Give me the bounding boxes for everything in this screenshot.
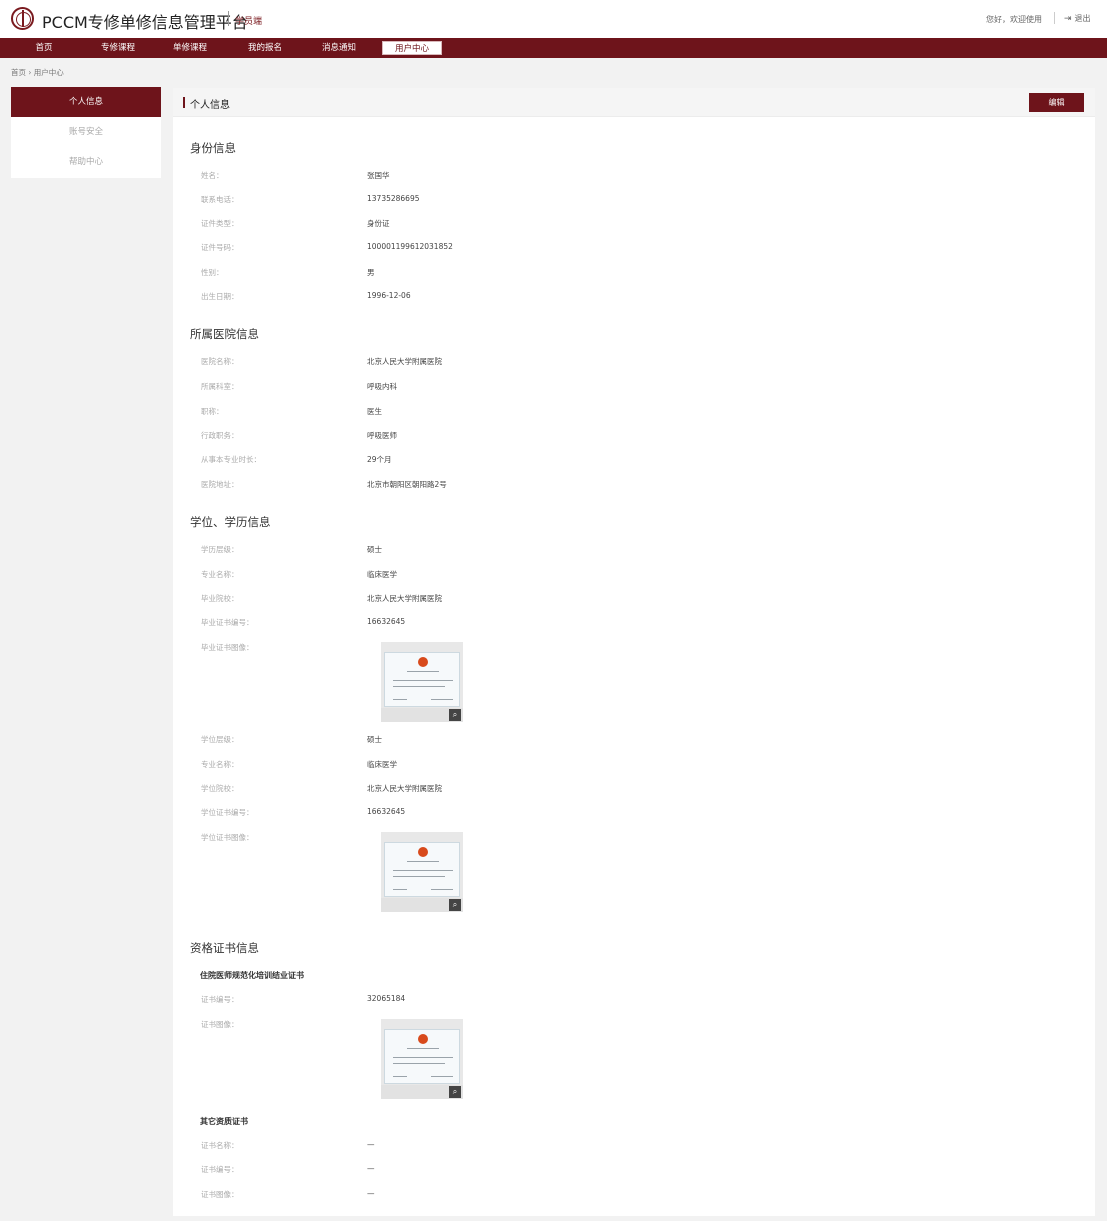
image-toolbar: ⌕ (381, 898, 463, 912)
field-label: 证件类型： (201, 219, 239, 228)
field-label: 医院名称： (201, 357, 239, 366)
field-label: 从事本专业时长： (201, 455, 261, 464)
field-value: 硕士 (367, 735, 382, 744)
field-value: 呼吸内科 (367, 382, 397, 391)
field-label: 证书图像： (201, 1190, 239, 1199)
field-label: 毕业院校： (201, 594, 239, 603)
field-value: 身份证 (367, 219, 390, 228)
panel-header: 个人信息 编辑 (173, 88, 1095, 117)
field-label: 学历层级： (201, 545, 239, 554)
field-value: 硕士 (367, 545, 382, 554)
brand-title[interactable]: PCCM专修单修信息管理平台 (42, 9, 248, 33)
section-title-education: 学位、学历信息 (190, 515, 271, 529)
field-label: 姓名： (201, 171, 224, 180)
field-value: 13735286695 (367, 194, 420, 203)
sidebar-item-account-security[interactable]: 账号安全 (11, 117, 161, 147)
field-value: 北京人民大学附属医院 (367, 594, 442, 603)
page-title: 个人信息 (190, 100, 230, 111)
field-label: 证书编号： (201, 1165, 239, 1174)
field-label: 职称： (201, 407, 224, 416)
field-label: 联系电话： (201, 195, 239, 204)
magnifier-icon[interactable]: ⌕ (449, 899, 461, 911)
certificate-paper (384, 1029, 460, 1084)
field-label: 性别： (201, 268, 224, 277)
red-seal-icon (418, 657, 428, 667)
top-header: PCCM专修单修信息管理平台 学员端 您好，欢迎使用 ⇥ 退出 (0, 0, 1107, 38)
magnifier-icon[interactable]: ⌕ (449, 1086, 461, 1098)
field-label: 学位证书图像： (201, 833, 254, 842)
field-label: 毕业证书编号： (201, 618, 254, 627)
field-value: 张国华 (367, 171, 390, 180)
section-title-qualification: 资格证书信息 (190, 941, 259, 955)
section-title-hospital: 所属医院信息 (190, 327, 259, 341)
brand-divider (228, 11, 229, 26)
red-seal-icon (418, 1034, 428, 1044)
sidebar-item-personal-info[interactable]: 个人信息 (11, 87, 161, 117)
hospital-logo-icon[interactable] (11, 7, 34, 30)
image-toolbar: ⌕ (381, 1085, 463, 1099)
edit-button[interactable]: 编辑 (1029, 93, 1084, 112)
field-label: 毕业证书图像： (201, 643, 254, 652)
nav-item-single-courses[interactable]: 单修课程 (168, 41, 212, 55)
field-value: 临床医学 (367, 760, 397, 769)
field-label: 行政职务： (201, 431, 239, 440)
field-value: 北京人民大学附属医院 (367, 357, 442, 366)
subsection-title-residency-cert: 住院医师规范化培训结业证书 (200, 971, 304, 980)
diploma-image[interactable]: ⌕ (381, 642, 463, 722)
field-label: 证书图像： (201, 1020, 239, 1029)
field-value: 1996-12-06 (367, 291, 411, 300)
field-label: 学位层级： (201, 735, 239, 744)
field-label: 学位院校： (201, 784, 239, 793)
degree-certificate-image[interactable]: ⌕ (381, 832, 463, 912)
sidebar-item-help-center[interactable]: 帮助中心 (11, 147, 161, 177)
field-value: 男 (367, 268, 375, 277)
field-value: — (367, 1189, 375, 1198)
nav-item-messages[interactable]: 消息通知 (317, 41, 361, 55)
field-value: 16632645 (367, 617, 406, 626)
field-label: 证书名称： (201, 1141, 239, 1150)
nav-item-home[interactable]: 首页 (28, 41, 60, 55)
sidebar: 个人信息 账号安全 帮助中心 (11, 87, 161, 178)
qualification-certificate-image[interactable]: ⌕ (381, 1019, 463, 1099)
brand-subtitle: 学员端 (235, 17, 263, 27)
field-value: 16632645 (367, 807, 406, 816)
field-label: 出生日期： (201, 292, 239, 301)
certificate-paper (384, 842, 460, 897)
field-value: 医生 (367, 407, 382, 416)
logout-button[interactable]: ⇥ 退出 (1064, 13, 1091, 24)
field-label: 医院地址： (201, 480, 239, 489)
nav-item-specialty-courses[interactable]: 专修课程 (96, 41, 140, 55)
user-greeting: 您好，欢迎使用 (986, 15, 1042, 24)
logout-label: 退出 (1074, 14, 1091, 23)
field-value: — (367, 1164, 375, 1173)
certificate-paper (384, 652, 460, 707)
field-label: 专业名称： (201, 570, 239, 579)
logout-icon: ⇥ (1064, 14, 1072, 24)
field-label: 学位证书编号： (201, 808, 254, 817)
main-nav: 首页 专修课程 单修课程 我的报名 消息通知 用户中心 (0, 38, 1107, 58)
field-value: 呼吸医师 (367, 431, 397, 440)
field-value: 100001199612031852 (367, 242, 453, 251)
subsection-title-other-cert: 其它资质证书 (200, 1117, 248, 1126)
header-separator (1054, 12, 1055, 24)
field-value: 32065184 (367, 994, 406, 1003)
field-value: — (367, 1140, 375, 1149)
section-title-identity: 身份信息 (190, 141, 236, 155)
field-value: 临床医学 (367, 570, 397, 579)
image-toolbar: ⌕ (381, 708, 463, 722)
red-seal-icon (418, 847, 428, 857)
breadcrumb[interactable]: 首页 › 用户中心 (11, 67, 64, 78)
field-value: 北京人民大学附属医院 (367, 784, 442, 793)
field-label: 专业名称： (201, 760, 239, 769)
main-panel: 个人信息 编辑 身份信息 姓名： 张国华 联系电话： 13735286695 证… (173, 88, 1095, 1216)
nav-item-user-center[interactable]: 用户中心 (382, 41, 442, 55)
nav-item-my-registration[interactable]: 我的报名 (243, 41, 287, 55)
magnifier-icon[interactable]: ⌕ (449, 709, 461, 721)
field-label: 所属科室： (201, 382, 239, 391)
field-label: 证书编号： (201, 995, 239, 1004)
field-value: 29个月 (367, 455, 392, 464)
title-accent-bar (183, 97, 185, 108)
field-label: 证件号码： (201, 243, 239, 252)
field-value: 北京市朝阳区朝阳路2号 (367, 480, 447, 489)
